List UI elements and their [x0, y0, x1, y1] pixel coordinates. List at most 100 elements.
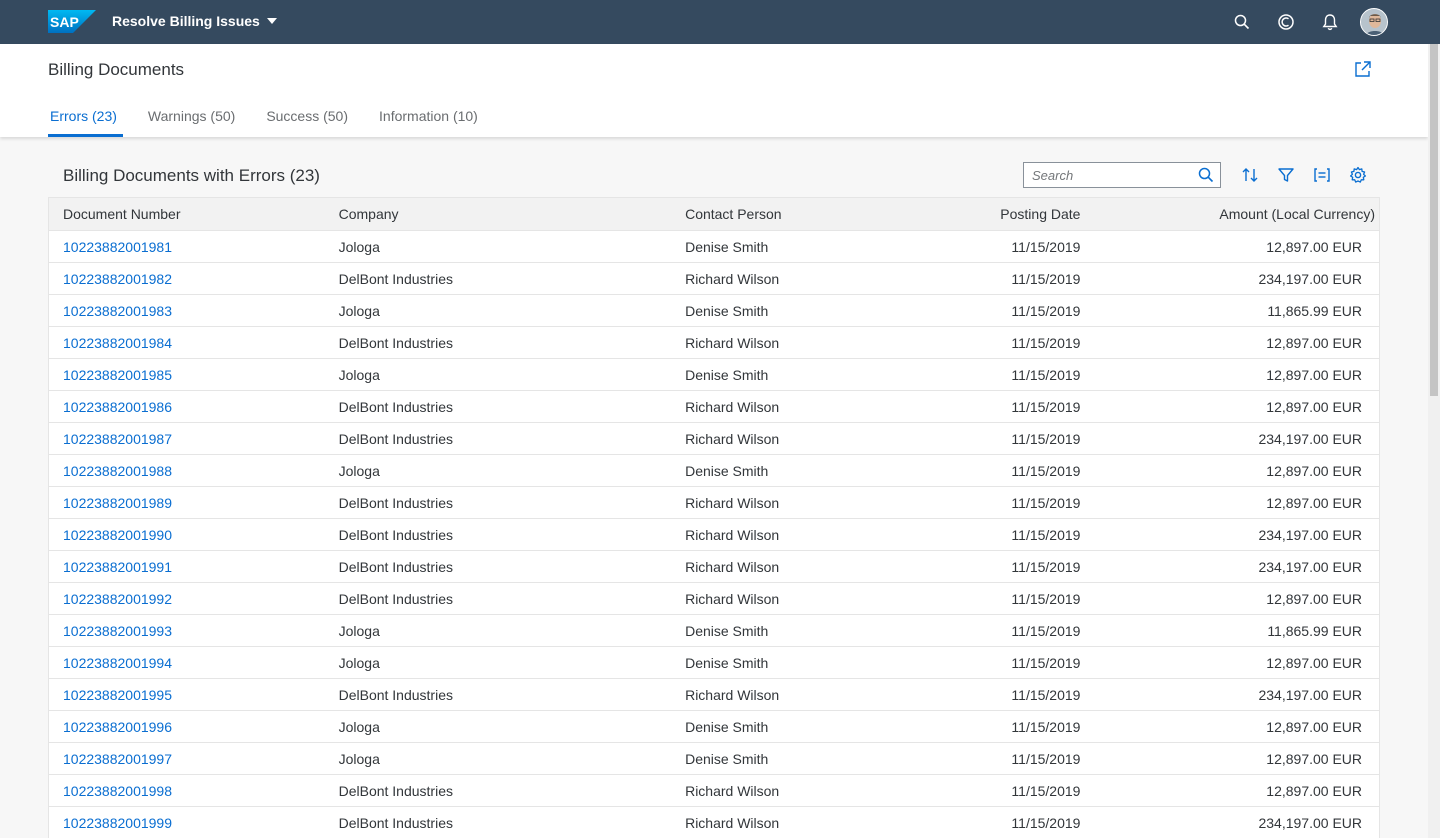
company-cell: DelBont Industries	[338, 270, 453, 287]
table-row[interactable]: 10223882001985 Jologa Denise Smith 11/15/20…	[49, 359, 1379, 391]
document-number-link[interactable]: 10223882001992	[49, 591, 325, 607]
posting-date-cell: 11/15/2019	[1011, 270, 1081, 287]
contact-person-cell: Denise Smith	[685, 238, 769, 255]
posting-date-cell: 11/15/2019	[1011, 334, 1081, 351]
contact-person-cell: Richard Wilson	[685, 398, 780, 415]
document-number-link[interactable]: 10223882001981	[49, 239, 325, 255]
table-row[interactable]: 10223882001987 DelBont Industries Richard …	[49, 423, 1379, 455]
amount-cell: 11,865.99 EUR	[1267, 302, 1363, 319]
document-number-link[interactable]: 10223882001998	[49, 783, 325, 799]
column-header-posting-date[interactable]: Posting Date	[962, 206, 1080, 222]
amount-cell: 12,897.00 EUR	[1266, 718, 1363, 735]
chevron-down-icon	[266, 18, 277, 24]
table-row[interactable]: 10223882001992 DelBont Industries Richard …	[49, 583, 1379, 615]
document-number-link[interactable]: 10223882001985	[49, 367, 325, 383]
amount-cell: 234,197.00 EUR	[1258, 814, 1363, 831]
table-row[interactable]: 10223882001995 DelBont Industries Richard …	[49, 679, 1379, 711]
contact-person-cell: Denise Smith	[685, 718, 769, 735]
billing-documents-table: Document Number Company Contact Person P…	[48, 197, 1380, 838]
table-row[interactable]: 10223882001981 Jologa Denise Smith 11/15/20…	[49, 231, 1379, 263]
group-icon[interactable]	[1311, 164, 1333, 186]
contact-person-cell: Denise Smith	[685, 750, 769, 767]
table-row[interactable]: 10223882001993 Jologa Denise Smith 11/15/20…	[49, 615, 1379, 647]
settings-icon[interactable]	[1347, 164, 1369, 186]
logo-text: SAP	[50, 14, 79, 30]
document-number-link[interactable]: 10223882001989	[49, 495, 325, 511]
table-row[interactable]: 10223882001990 DelBont Industries Richard …	[49, 519, 1379, 551]
search-field[interactable]	[1023, 162, 1221, 188]
share-icon[interactable]	[1352, 58, 1374, 80]
table-row[interactable]: 10223882001997 Jologa Denise Smith 11/15/20…	[49, 743, 1379, 775]
contact-person-cell: Richard Wilson	[685, 558, 780, 575]
document-number-link[interactable]: 10223882001999	[49, 815, 325, 831]
document-number-link[interactable]: 10223882001994	[49, 655, 325, 671]
table-row[interactable]: 10223882001982 DelBont Industries Richard …	[49, 263, 1379, 295]
posting-date-cell: 11/15/2019	[1011, 462, 1081, 479]
table-row[interactable]: 10223882001988 Jologa Denise Smith 11/15/20…	[49, 455, 1379, 487]
document-number-link[interactable]: 10223882001987	[49, 431, 325, 447]
search-icon[interactable]	[1198, 167, 1214, 183]
amount-cell: 12,897.00 EUR	[1266, 366, 1363, 383]
company-cell: DelBont Industries	[338, 782, 453, 799]
document-number-link[interactable]: 10223882001995	[49, 687, 325, 703]
bell-icon[interactable]	[1319, 11, 1341, 33]
amount-cell: 12,897.00 EUR	[1266, 398, 1363, 415]
document-number-link[interactable]: 10223882001986	[49, 399, 325, 415]
table-title: Billing Documents with Errors (23)	[63, 166, 320, 185]
contact-person-cell: Denise Smith	[685, 462, 769, 479]
column-header-amount[interactable]: Amount (Local Currency)	[1080, 206, 1379, 222]
avatar[interactable]	[1360, 8, 1388, 36]
document-number-link[interactable]: 10223882001984	[49, 335, 325, 351]
column-header-company[interactable]: Company	[325, 206, 671, 222]
filter-icon[interactable]	[1275, 164, 1297, 186]
tab-warnings[interactable]: Warnings (50)	[146, 108, 237, 137]
table-body: 10223882001981 Jologa Denise Smith 11/15/20…	[49, 231, 1379, 838]
amount-cell: 12,897.00 EUR	[1266, 750, 1363, 767]
table-row[interactable]: 10223882001998 DelBont Industries Richard …	[49, 775, 1379, 807]
page-title: Billing Documents	[48, 60, 185, 79]
tab-information[interactable]: Information (10)	[377, 108, 480, 137]
posting-date-cell: 11/15/2019	[1011, 366, 1081, 383]
posting-date-cell: 11/15/2019	[1011, 398, 1081, 415]
posting-date-cell: 11/15/2019	[1011, 590, 1081, 607]
table-row[interactable]: 10223882001983 Jologa Denise Smith 11/15/20…	[49, 295, 1379, 327]
table-row[interactable]: 10223882001994 Jologa Denise Smith 11/15/20…	[49, 647, 1379, 679]
document-number-link[interactable]: 10223882001990	[49, 527, 325, 543]
posting-date-cell: 11/15/2019	[1011, 718, 1081, 735]
amount-cell: 12,897.00 EUR	[1266, 238, 1363, 255]
search-input[interactable]	[1024, 163, 1192, 187]
document-number-link[interactable]: 10223882001993	[49, 623, 325, 639]
table-row[interactable]: 10223882001991 DelBont Industries Richard …	[49, 551, 1379, 583]
table-row[interactable]: 10223882001996 Jologa Denise Smith 11/15/20…	[49, 711, 1379, 743]
table-row[interactable]: 10223882001989 DelBont Industries Richard …	[49, 487, 1379, 519]
document-number-link[interactable]: 10223882001991	[49, 559, 325, 575]
company-cell: Jologa	[338, 654, 380, 671]
sort-icon[interactable]	[1239, 164, 1261, 186]
amount-cell: 12,897.00 EUR	[1266, 782, 1363, 799]
posting-date-cell: 11/15/2019	[1011, 526, 1081, 543]
tab-success[interactable]: Success (50)	[264, 108, 350, 137]
document-number-link[interactable]: 10223882001982	[49, 271, 325, 287]
document-number-link[interactable]: 10223882001983	[49, 303, 325, 319]
table-row[interactable]: 10223882001986 DelBont Industries Richard …	[49, 391, 1379, 423]
company-cell: DelBont Industries	[338, 334, 453, 351]
sap-logo[interactable]: SAP	[48, 10, 96, 33]
scrollbar-thumb[interactable]	[1430, 44, 1438, 396]
tab-errors[interactable]: Errors (23)	[48, 108, 123, 137]
document-number-link[interactable]: 10223882001996	[49, 719, 325, 735]
contact-person-cell: Richard Wilson	[685, 782, 780, 799]
company-cell: Jologa	[338, 750, 380, 767]
table-row[interactable]: 10223882001984 DelBont Industries Richard …	[49, 327, 1379, 359]
page-scrollbar[interactable]	[1428, 44, 1440, 838]
column-header-contact-person[interactable]: Contact Person	[671, 206, 962, 222]
document-number-link[interactable]: 10223882001997	[49, 751, 325, 767]
search-icon[interactable]	[1231, 11, 1253, 33]
column-header-document-number[interactable]: Document Number	[49, 206, 325, 222]
amount-cell: 12,897.00 EUR	[1266, 494, 1363, 511]
posting-date-cell: 11/15/2019	[1011, 622, 1081, 639]
app-title-menu[interactable]: Resolve Billing Issues	[112, 13, 277, 29]
document-number-link[interactable]: 10223882001988	[49, 463, 325, 479]
copilot-icon[interactable]	[1275, 11, 1297, 33]
table-row[interactable]: 10223882001999 DelBont Industries Richard …	[49, 807, 1379, 838]
company-cell: DelBont Industries	[338, 686, 453, 703]
